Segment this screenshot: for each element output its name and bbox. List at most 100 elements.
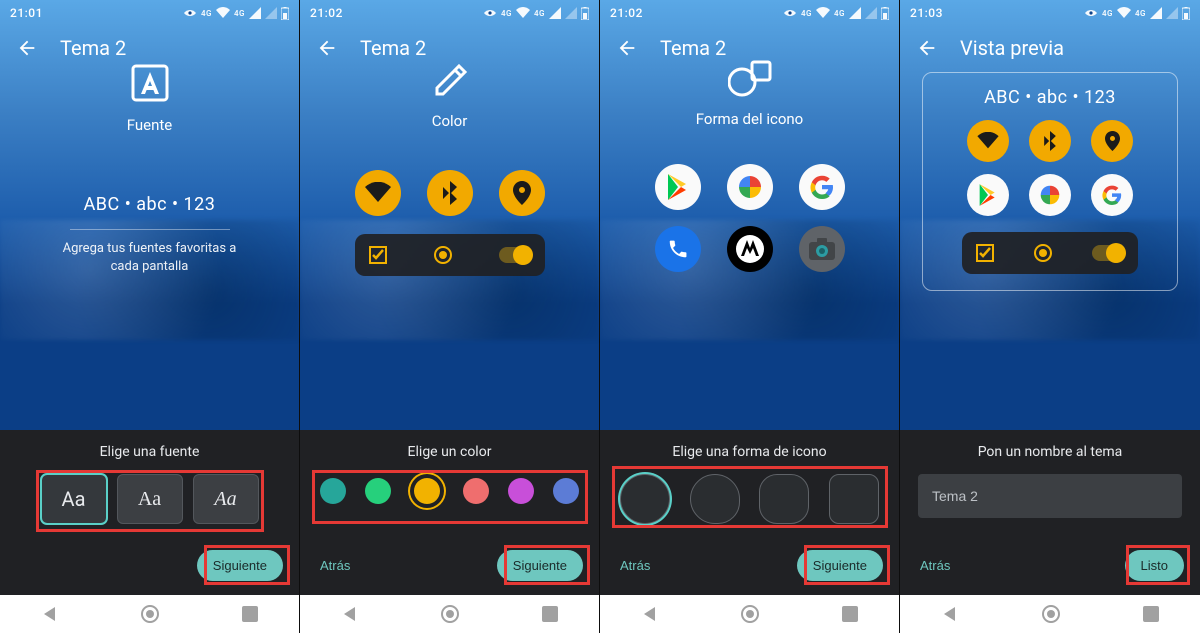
shape-teardrop[interactable] xyxy=(690,474,740,524)
nav-recent-icon[interactable] xyxy=(842,606,858,622)
shape-squircle[interactable] xyxy=(759,474,809,524)
nav-home-icon[interactable] xyxy=(1041,604,1061,624)
back-icon[interactable] xyxy=(316,37,338,59)
hero-label: Color xyxy=(300,112,599,130)
next-button[interactable]: Siguiente xyxy=(797,550,883,581)
back-icon[interactable] xyxy=(616,37,638,59)
page-title: Tema 2 xyxy=(360,36,426,60)
signal-icon xyxy=(549,7,561,19)
back-icon[interactable] xyxy=(16,37,38,59)
play-store-icon xyxy=(967,174,1009,216)
nav-back-icon[interactable] xyxy=(941,605,959,623)
wifi-icon xyxy=(216,7,230,19)
back-button[interactable]: Atrás xyxy=(616,550,654,581)
nav-back-icon[interactable] xyxy=(41,605,59,623)
page-title: Tema 2 xyxy=(660,36,726,60)
nav-back-icon[interactable] xyxy=(341,605,359,623)
font-sample: ABC • abc • 123 xyxy=(931,87,1169,108)
status-bar: 21:01 4G 4G xyxy=(0,0,299,26)
font-option-1[interactable]: Aa xyxy=(41,474,107,524)
status-bar: 21:03 4G 4G xyxy=(900,0,1200,26)
color-swatch-5[interactable] xyxy=(508,478,534,504)
nav-recent-icon[interactable] xyxy=(242,606,258,622)
bluetooth-preview-icon xyxy=(427,170,473,216)
android-nav-bar xyxy=(600,595,899,633)
theme-preview-card: ABC • abc • 123 xyxy=(922,72,1178,291)
radio-preview-icon xyxy=(1034,244,1052,262)
font-option-2[interactable]: Aa xyxy=(117,474,183,524)
back-button[interactable]: Atrás xyxy=(316,550,354,581)
color-swatch-2[interactable] xyxy=(365,478,391,504)
google-icon xyxy=(1091,174,1133,216)
screen-preview: 21:03 4G 4G Vista previa ABC • abc • 123 xyxy=(900,0,1200,633)
wifi-preview-icon xyxy=(967,120,1009,162)
next-button[interactable]: Siguiente xyxy=(197,550,283,581)
panel-heading: Elige una forma de icono xyxy=(618,444,881,460)
nav-recent-icon[interactable] xyxy=(1143,606,1159,622)
page-title: Tema 2 xyxy=(60,36,126,60)
signal-icon xyxy=(249,7,261,19)
color-swatch-6[interactable] xyxy=(553,478,579,504)
checkbox-preview-icon xyxy=(369,246,387,264)
volte-icon xyxy=(183,8,197,18)
radio-preview-icon xyxy=(434,246,452,264)
font-option-3[interactable]: Aa xyxy=(193,474,259,524)
nav-home-icon[interactable] xyxy=(740,604,760,624)
status-bar: 21:02 4G 4G xyxy=(600,0,899,26)
hero-label: Fuente xyxy=(0,116,299,134)
google-icon xyxy=(799,164,845,210)
battery-icon xyxy=(281,7,289,20)
camera-icon xyxy=(799,226,845,272)
status-time: 21:02 xyxy=(610,6,643,20)
status-time: 21:02 xyxy=(310,6,343,20)
font-hero-icon xyxy=(127,60,173,106)
status-time: 21:03 xyxy=(910,6,943,20)
page-title: Vista previa xyxy=(960,36,1064,60)
panel-heading: Pon un nombre al tema xyxy=(918,444,1182,460)
shape-circle[interactable] xyxy=(620,474,670,524)
wifi-preview-icon xyxy=(355,170,401,216)
android-nav-bar xyxy=(900,595,1200,633)
screen-font: 21:01 4G 4G Tema 2 Fuente ABC • abc • 12… xyxy=(0,0,300,633)
shape-rounded-square[interactable] xyxy=(829,474,879,524)
location-preview-icon xyxy=(1091,120,1133,162)
nav-back-icon[interactable] xyxy=(641,605,659,623)
eyedropper-icon xyxy=(429,60,471,102)
next-button[interactable]: Siguiente xyxy=(497,550,583,581)
wifi-icon xyxy=(516,7,530,19)
motorola-icon xyxy=(727,226,773,272)
font-sample: ABC • abc • 123 xyxy=(0,194,299,215)
back-icon[interactable] xyxy=(916,37,938,59)
back-button[interactable]: Atrás xyxy=(916,550,954,581)
done-button[interactable]: Listo xyxy=(1125,550,1184,581)
signal-icon-secondary xyxy=(265,7,277,19)
network-label: 4G xyxy=(201,9,212,18)
nav-recent-icon[interactable] xyxy=(542,606,558,622)
controls-preview xyxy=(355,234,545,276)
toggle-preview-icon xyxy=(499,247,531,263)
bluetooth-preview-icon xyxy=(1029,120,1071,162)
theme-name-input[interactable] xyxy=(918,474,1182,518)
android-nav-bar xyxy=(300,595,599,633)
phone-icon xyxy=(655,226,701,272)
nav-home-icon[interactable] xyxy=(440,604,460,624)
volte-icon xyxy=(483,8,497,18)
shape-hero-icon xyxy=(728,60,772,100)
network-label-secondary: 4G xyxy=(234,9,245,18)
checkbox-preview-icon xyxy=(976,244,994,262)
color-swatch-1[interactable] xyxy=(320,478,346,504)
toggle-preview-icon xyxy=(1092,245,1124,261)
panel-heading: Elige un color xyxy=(318,444,581,460)
hero-label: Forma del icono xyxy=(600,110,899,128)
status-bar: 21:02 4G 4G xyxy=(300,0,599,26)
color-swatch-4[interactable] xyxy=(463,478,489,504)
photos-icon xyxy=(727,164,773,210)
screen-color: 21:02 4G 4G Tema 2 Color xyxy=(300,0,600,633)
photos-icon xyxy=(1029,174,1071,216)
font-description: Agrega tus fuentes favoritas a cada pant… xyxy=(55,240,245,275)
screen-icon-shape: 21:02 4G 4G Tema 2 Forma del icono xyxy=(600,0,900,633)
color-swatch-3[interactable] xyxy=(410,474,444,508)
nav-home-icon[interactable] xyxy=(140,604,160,624)
panel-heading: Elige una fuente xyxy=(18,444,281,460)
status-time: 21:01 xyxy=(10,6,43,20)
